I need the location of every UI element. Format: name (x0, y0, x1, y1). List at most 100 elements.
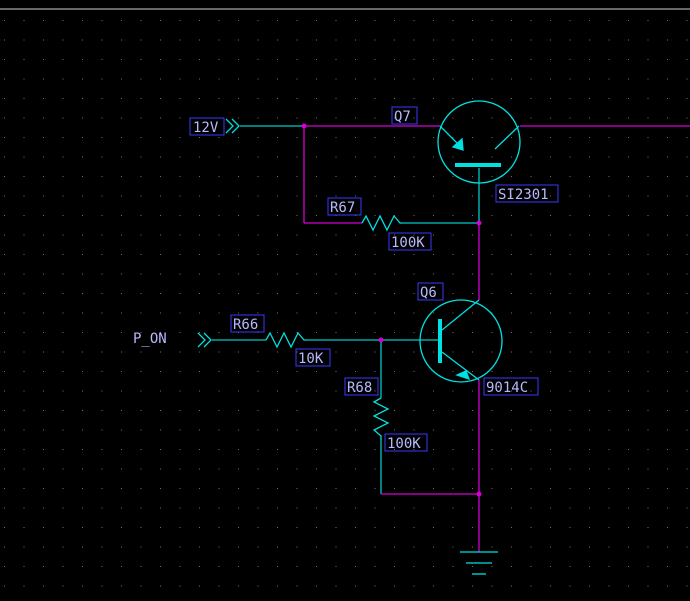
grid-dot (335, 488, 337, 489)
grid-dot (686, 59, 688, 60)
grid-dot (472, 507, 473, 509)
grid-dot (550, 429, 551, 431)
grid-dot (628, 527, 629, 528)
grid-dot (179, 332, 181, 333)
grid-dot (491, 585, 493, 587)
port-12v-label: 12V (193, 120, 219, 136)
grid-dot (355, 20, 356, 21)
grid-dot (667, 332, 668, 333)
grid-dot (667, 215, 668, 216)
grid-dot (413, 59, 415, 60)
grid-dot (4, 449, 5, 450)
grid-dot (589, 546, 590, 548)
grid-dot (355, 410, 356, 411)
grid-dot (472, 566, 473, 567)
grid-dot (160, 449, 161, 450)
grid-dot (218, 449, 220, 450)
grid-dot (316, 585, 317, 587)
grid-dot (23, 254, 25, 255)
grid-dot (452, 312, 454, 314)
grid-dot (335, 507, 337, 509)
grid-dot (491, 351, 493, 353)
grid-dot (101, 137, 103, 138)
grid-dot (394, 59, 395, 60)
grid-dot (667, 254, 668, 255)
grid-dot (316, 39, 317, 41)
grid-dot (530, 117, 532, 119)
grid-dot (179, 39, 181, 41)
grid-dot (101, 293, 103, 294)
grid-dot (472, 156, 473, 158)
grid-dot (569, 176, 571, 177)
grid-dot (355, 273, 356, 275)
grid-dot (43, 234, 44, 236)
grid-dot (160, 20, 161, 21)
grid-dot (43, 312, 44, 314)
grid-dot (511, 410, 512, 411)
grid-dot (355, 429, 356, 431)
grid-dot (628, 254, 629, 255)
grid-dot (277, 176, 278, 177)
grid-dot (62, 546, 64, 548)
grid-dot (530, 566, 532, 567)
grid-dot (23, 371, 25, 372)
grid-dot (179, 449, 181, 450)
grid-dot (647, 410, 649, 411)
grid-dot (628, 390, 629, 392)
grid-dot (355, 488, 356, 489)
grid-dot (433, 195, 434, 197)
grid-dot (82, 332, 83, 333)
grid-dot (43, 546, 44, 548)
grid-dot (160, 429, 161, 431)
grid-dot (316, 215, 317, 216)
grid-dot (608, 98, 610, 99)
grid-dot (628, 156, 629, 158)
grid-dot (62, 117, 64, 119)
grid-dot (491, 20, 493, 21)
grid-dot (4, 429, 5, 431)
grid-dot (335, 449, 337, 450)
grid-dot (277, 78, 278, 80)
grid-dot (452, 156, 454, 158)
grid-dot (277, 585, 278, 587)
grid-dot (335, 527, 337, 528)
grid-dot (511, 351, 512, 353)
grid-dot (82, 585, 83, 587)
grid-dot (199, 488, 200, 489)
grid-dot (218, 273, 220, 275)
grid-dot (4, 390, 5, 392)
grid-dot (394, 293, 395, 294)
grid-dot (667, 410, 668, 411)
grid-dot (43, 176, 44, 177)
grid-dot (433, 410, 434, 411)
grid-dot (62, 293, 64, 294)
grid-dot (530, 137, 532, 138)
grid-dot (218, 371, 220, 372)
grid-dot (4, 78, 5, 80)
grid-dot (62, 98, 64, 99)
grid-dot (335, 98, 337, 99)
grid-dot (199, 176, 200, 177)
grid-dot (199, 195, 200, 197)
grid-dot (62, 156, 64, 158)
grid-dot (452, 254, 454, 255)
grid-dot (550, 137, 551, 138)
grid-dot (238, 488, 239, 489)
grid-dot (491, 429, 493, 431)
grid-dot (296, 273, 298, 275)
grid-dot (686, 293, 688, 294)
grid-dot (179, 410, 181, 411)
grid-dot (43, 468, 44, 470)
grid-dot (82, 507, 83, 509)
grid-dot (62, 215, 64, 216)
grid-dot (374, 39, 376, 41)
grid-dot (238, 98, 239, 99)
grid-dot (277, 488, 278, 489)
grid-dot (101, 215, 103, 216)
grid-dot (413, 176, 415, 177)
grid-dot (296, 585, 298, 587)
grid-dot (43, 117, 44, 119)
grid-dot (647, 137, 649, 138)
grid-dot (257, 566, 259, 567)
grid-dot (491, 507, 493, 509)
